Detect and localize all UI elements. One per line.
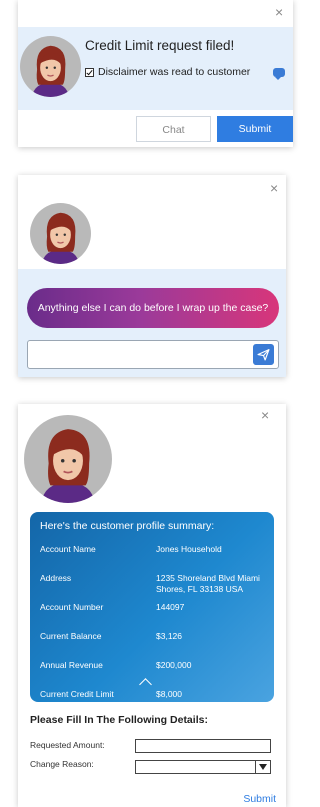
close-icon[interactable]: × <box>270 181 278 195</box>
requested-amount-label: Requested Amount: <box>30 740 105 750</box>
row-label: Current Balance <box>40 631 102 641</box>
row-value: 1235 Shoreland Blvd Miami Shores, FL 331… <box>156 573 260 594</box>
agent-avatar <box>24 415 112 503</box>
row-label: Current Credit Limit <box>40 689 114 699</box>
agent-message-bubble: Anything else I can do before I wrap up … <box>27 288 279 328</box>
requested-amount-input[interactable] <box>135 739 271 753</box>
row-value: $8,000 <box>156 689 182 699</box>
close-icon[interactable]: × <box>261 408 269 422</box>
form-title: Please Fill In The Following Details: <box>30 714 208 726</box>
submit-button[interactable]: Submit <box>217 116 293 142</box>
prompt-card: × Anything else I can do before I wrap u… <box>18 175 286 377</box>
close-icon[interactable]: × <box>275 5 283 19</box>
row-value: Jones Household <box>156 544 222 554</box>
notification-title: Credit Limit request filed! <box>85 38 235 53</box>
row-value: 144097 <box>156 602 185 612</box>
message-input[interactable] <box>27 340 279 369</box>
row-label: Account Number <box>40 602 104 612</box>
summary-heading: Here's the customer profile summary: <box>40 520 215 532</box>
chevron-up-icon[interactable] <box>139 678 152 691</box>
notification-card: × Credit Limit request filed! Disclaimer… <box>18 0 293 147</box>
agent-avatar <box>30 203 91 264</box>
chevron-down-icon[interactable] <box>255 761 270 773</box>
row-value: $200,000 <box>156 660 192 670</box>
agent-avatar <box>20 36 81 97</box>
paper-plane-icon <box>257 349 270 361</box>
send-button[interactable] <box>253 344 274 365</box>
disclaimer-checkbox[interactable] <box>85 67 94 77</box>
chat-button[interactable]: Chat <box>136 116 211 142</box>
row-label: Address <box>40 573 72 583</box>
change-reason-label: Change Reason: <box>30 759 94 769</box>
change-reason-select[interactable] <box>135 760 271 774</box>
row-label: Annual Revenue <box>40 660 103 670</box>
row-label: Account Name <box>40 544 96 554</box>
submit-button[interactable]: Submit <box>243 793 276 805</box>
disclaimer-label: Disclaimer was read to customer <box>98 66 251 78</box>
chat-bubble-icon[interactable] <box>273 68 285 80</box>
profile-card: × Here's the customer profile summary: A… <box>18 404 286 807</box>
disclaimer-row: Disclaimer was read to customer <box>85 66 250 78</box>
row-value: $3,126 <box>156 631 182 641</box>
customer-profile-summary: Here's the customer profile summary: Acc… <box>30 512 274 702</box>
